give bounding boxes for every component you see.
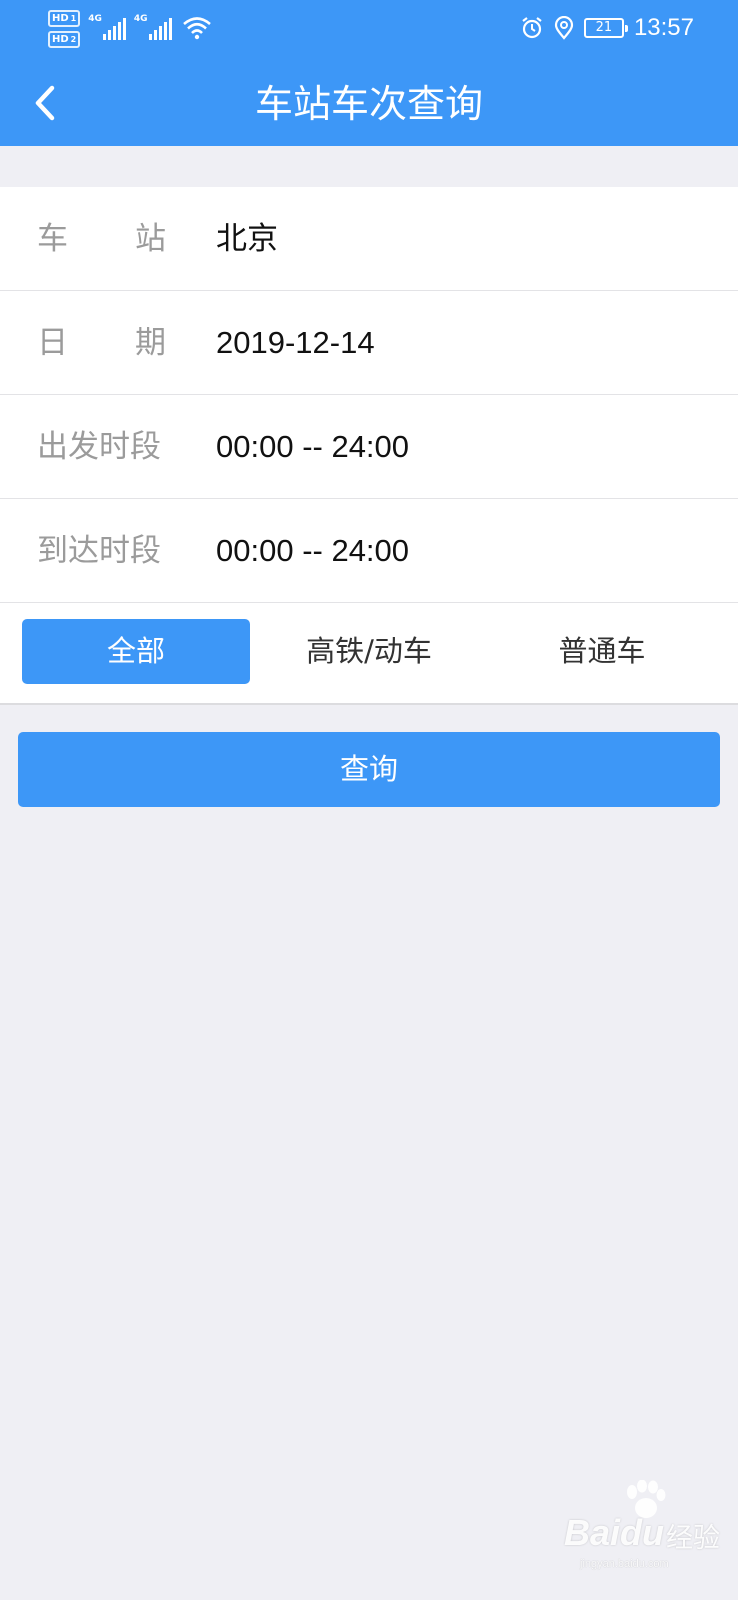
signal-bars-1 [102, 18, 126, 40]
arrive-time-row[interactable]: 到达时段 00:00 -- 24:00 [0, 499, 738, 603]
watermark-brand-text: Bai [564, 1512, 621, 1553]
watermark-brand-suffix: du [620, 1512, 665, 1553]
status-bar-right: 21 13:57 [520, 14, 694, 42]
query-form: 车 站 北京 日 期 2019-12-14 出发时段 00:00 -- 24:0… [0, 187, 738, 705]
arrive-time-label: 到达时段 [37, 533, 161, 569]
battery-level: 21 [595, 20, 613, 35]
baidu-watermark: Baidu 经验 jingyan.baidu.com [560, 1480, 730, 1570]
station-label-char-2: 站 [135, 221, 166, 257]
date-row[interactable]: 日 期 2019-12-14 [0, 291, 738, 395]
location-icon [554, 16, 574, 40]
hd-badge-2-text: HD [52, 34, 69, 45]
hd-badge-2: HD 2 [48, 31, 81, 48]
station-label: 车 站 [37, 187, 169, 291]
date-label-char-1: 日 [37, 325, 68, 361]
depart-time-value[interactable]: 00:00 -- 24:00 [216, 395, 409, 499]
alarm-icon [522, 17, 542, 39]
depart-time-row[interactable]: 出发时段 00:00 -- 24:00 [0, 395, 738, 499]
station-value[interactable]: 北京 [216, 187, 278, 291]
hd-badge-1: HD 1 [48, 10, 81, 27]
battery-icon: 21 [583, 18, 628, 38]
date-label-char-2: 期 [135, 325, 166, 361]
hd-badge-2-sub: 2 [70, 35, 77, 44]
wifi-icon [182, 17, 211, 40]
page-title: 车站车次查询 [254, 82, 483, 126]
train-type-selector: 全部 高铁/动车 普通车 [0, 603, 738, 705]
train-type-regular[interactable]: 普通车 [488, 619, 716, 684]
signal-icon-2: 4G [134, 14, 172, 40]
watermark-cn: 经验 [666, 1523, 720, 1553]
hd-badge-1-sub: 1 [70, 14, 77, 23]
signal-icon-1: 4G [88, 14, 126, 40]
depart-time-label: 出发时段 [37, 429, 161, 465]
status-bar: HD 1 HD 2 4G 4G 21 13:57 [0, 0, 738, 60]
network-type-2: 4G [133, 14, 148, 24]
date-label: 日 期 [37, 291, 169, 395]
network-type-1: 4G [88, 14, 102, 24]
train-type-highspeed[interactable]: 高铁/动车 [255, 619, 483, 684]
station-row[interactable]: 车 站 北京 [0, 187, 738, 291]
query-button[interactable]: 查询 [18, 732, 720, 807]
arrive-time-value[interactable]: 00:00 -- 24:00 [216, 499, 409, 603]
station-label-char-1: 车 [37, 221, 68, 257]
train-type-all[interactable]: 全部 [22, 619, 250, 684]
watermark-brand: Baidu [564, 1512, 664, 1554]
watermark-url: jingyan.baidu.com [580, 1558, 669, 1570]
status-time: 13:57 [633, 14, 694, 41]
hd-indicators: HD 1 HD 2 [48, 10, 81, 48]
date-value[interactable]: 2019-12-14 [216, 291, 375, 395]
status-bar-left: HD 1 HD 2 4G 4G [48, 10, 212, 52]
signal-bars-2 [148, 18, 172, 40]
hd-badge-1-text: HD [52, 13, 69, 24]
app-header: HD 1 HD 2 4G 4G 21 13:57 车站车次查询 [0, 0, 738, 146]
